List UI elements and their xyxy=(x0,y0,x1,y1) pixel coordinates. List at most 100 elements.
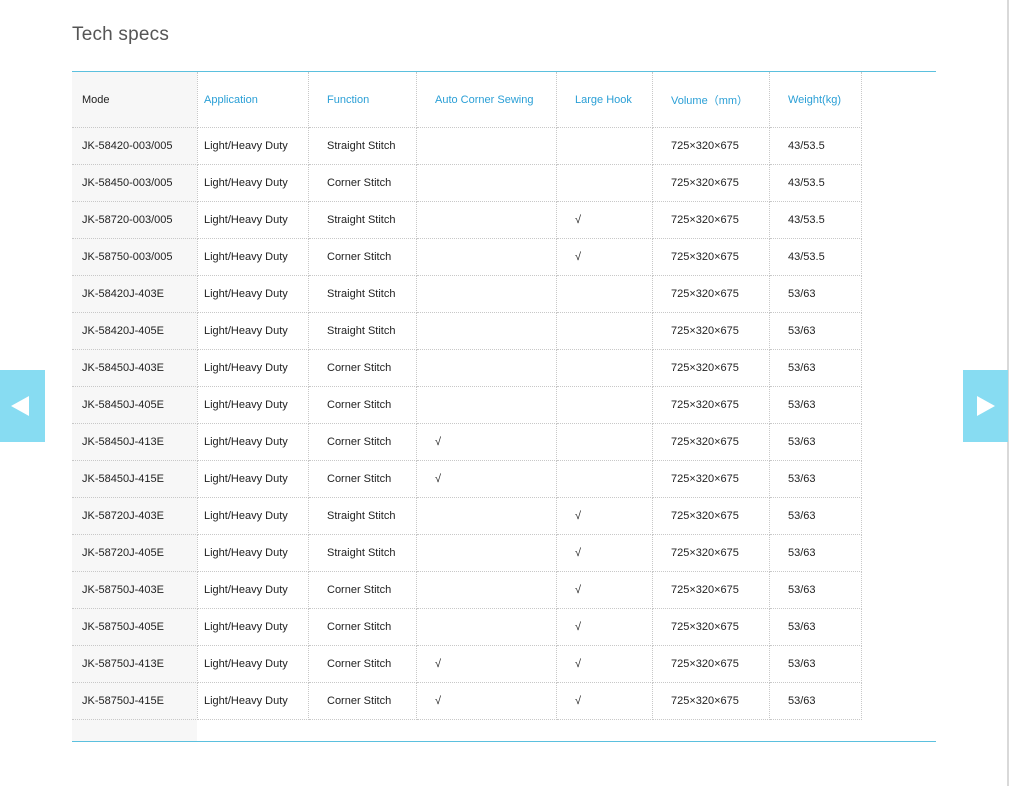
cell-auto-corner-sewing xyxy=(416,349,557,387)
cell-auto-corner-sewing: √ xyxy=(416,423,557,461)
cell-weight: 53/63 xyxy=(769,423,862,461)
cell-volume: 725×320×675 xyxy=(652,460,770,498)
cell-application: Light/Heavy Duty xyxy=(197,386,309,424)
previous-arrow-button[interactable] xyxy=(0,370,45,442)
cell-mode: JK-58420J-403E xyxy=(72,275,198,313)
cell-large-hook: √ xyxy=(556,682,653,720)
cell-large-hook: √ xyxy=(556,497,653,535)
cell-mode: JK-58450J-415E xyxy=(72,460,198,498)
tech-specs-table: Mode Application Function Auto Corner Se… xyxy=(72,72,862,720)
table-row: JK-58720-003/005 Light/Heavy Duty Straight… xyxy=(72,201,862,239)
table-row: JK-58720J-403E Light/Heavy Duty Straight S… xyxy=(72,497,862,535)
table-row: JK-58420J-405E Light/Heavy Duty Straight S… xyxy=(72,312,862,350)
cell-auto-corner-sewing: √ xyxy=(416,682,557,720)
cell-function: Corner Stitch xyxy=(308,682,417,720)
cell-auto-corner-sewing xyxy=(416,127,557,165)
cell-weight: 53/63 xyxy=(769,386,862,424)
cell-weight: 53/63 xyxy=(769,312,862,350)
table-row: JK-58750J-403E Light/Heavy Duty Corner Sti… xyxy=(72,571,862,609)
cell-large-hook: √ xyxy=(556,238,653,276)
cell-large-hook: √ xyxy=(556,645,653,683)
cell-volume: 725×320×675 xyxy=(652,682,770,720)
table-row: JK-58420J-403E Light/Heavy Duty Straight S… xyxy=(72,275,862,313)
cell-function: Corner Stitch xyxy=(308,571,417,609)
cell-mode: JK-58420J-405E xyxy=(72,312,198,350)
cell-application: Light/Heavy Duty xyxy=(197,349,309,387)
cell-application: Light/Heavy Duty xyxy=(197,645,309,683)
table-row: JK-58450-003/005 Light/Heavy Duty Corner S… xyxy=(72,164,862,202)
cell-large-hook xyxy=(556,460,653,498)
cell-volume: 725×320×675 xyxy=(652,423,770,461)
cell-function: Corner Stitch xyxy=(308,164,417,202)
header-function: Function xyxy=(308,72,417,128)
cell-volume: 725×320×675 xyxy=(652,571,770,609)
cell-function: Straight Stitch xyxy=(308,201,417,239)
cell-function: Straight Stitch xyxy=(308,534,417,572)
cell-large-hook xyxy=(556,164,653,202)
cell-mode: JK-58450J-413E xyxy=(72,423,198,461)
cell-function: Corner Stitch xyxy=(308,423,417,461)
cell-application: Light/Heavy Duty xyxy=(197,275,309,313)
bottom-divider xyxy=(72,741,936,742)
cell-auto-corner-sewing xyxy=(416,164,557,202)
cell-volume: 725×320×675 xyxy=(652,497,770,535)
cell-mode: JK-58750J-415E xyxy=(72,682,198,720)
cell-large-hook xyxy=(556,127,653,165)
cell-application: Light/Heavy Duty xyxy=(197,608,309,646)
cell-application: Light/Heavy Duty xyxy=(197,312,309,350)
table-row: JK-58750-003/005 Light/Heavy Duty Corner S… xyxy=(72,238,862,276)
cell-function: Straight Stitch xyxy=(308,312,417,350)
cell-volume: 725×320×675 xyxy=(652,238,770,276)
cell-function: Corner Stitch xyxy=(308,645,417,683)
cell-function: Corner Stitch xyxy=(308,608,417,646)
cell-auto-corner-sewing xyxy=(416,608,557,646)
header-auto-corner-sewing: Auto Corner Sewing xyxy=(416,72,557,128)
cell-volume: 725×320×675 xyxy=(652,127,770,165)
table-row: JK-58750J-415E Light/Heavy Duty Corner Sti… xyxy=(72,682,862,720)
cell-application: Light/Heavy Duty xyxy=(197,534,309,572)
table-row: JK-58720J-405E Light/Heavy Duty Straight S… xyxy=(72,534,862,572)
cell-volume: 725×320×675 xyxy=(652,534,770,572)
cell-volume: 725×320×675 xyxy=(652,608,770,646)
cell-mode: JK-58750-003/005 xyxy=(72,238,198,276)
table-row: JK-58420-003/005 Light/Heavy Duty Straight… xyxy=(72,127,862,165)
cell-large-hook: √ xyxy=(556,534,653,572)
cell-auto-corner-sewing xyxy=(416,312,557,350)
table-row: JK-58450J-415E Light/Heavy Duty Corner Sti… xyxy=(72,460,862,498)
cell-application: Light/Heavy Duty xyxy=(197,164,309,202)
cell-mode: JK-58750J-403E xyxy=(72,571,198,609)
cell-weight: 53/63 xyxy=(769,571,862,609)
cell-large-hook xyxy=(556,386,653,424)
cell-large-hook: √ xyxy=(556,201,653,239)
cell-auto-corner-sewing: √ xyxy=(416,645,557,683)
cell-volume: 725×320×675 xyxy=(652,275,770,313)
header-mode: Mode xyxy=(72,72,198,128)
cell-auto-corner-sewing xyxy=(416,386,557,424)
next-arrow-button[interactable] xyxy=(963,370,1008,442)
cell-function: Corner Stitch xyxy=(308,238,417,276)
cell-large-hook xyxy=(556,423,653,461)
cell-weight: 43/53.5 xyxy=(769,201,862,239)
cell-function: Corner Stitch xyxy=(308,386,417,424)
cell-mode: JK-58750J-413E xyxy=(72,645,198,683)
cell-function: Corner Stitch xyxy=(308,349,417,387)
cell-large-hook xyxy=(556,275,653,313)
cell-application: Light/Heavy Duty xyxy=(197,682,309,720)
cell-large-hook: √ xyxy=(556,608,653,646)
cell-volume: 725×320×675 xyxy=(652,386,770,424)
cell-mode: JK-58720J-403E xyxy=(72,497,198,535)
cell-application: Light/Heavy Duty xyxy=(197,238,309,276)
cell-application: Light/Heavy Duty xyxy=(197,571,309,609)
table-row: JK-58750J-405E Light/Heavy Duty Corner Sti… xyxy=(72,608,862,646)
cell-large-hook xyxy=(556,312,653,350)
cell-function: Straight Stitch xyxy=(308,127,417,165)
cell-weight: 53/63 xyxy=(769,682,862,720)
cell-auto-corner-sewing xyxy=(416,571,557,609)
cell-weight: 53/63 xyxy=(769,275,862,313)
cell-weight: 53/63 xyxy=(769,497,862,535)
cell-auto-corner-sewing xyxy=(416,534,557,572)
cell-function: Straight Stitch xyxy=(308,497,417,535)
cell-weight: 53/63 xyxy=(769,460,862,498)
cell-weight: 43/53.5 xyxy=(769,164,862,202)
triangle-right-icon xyxy=(977,396,995,416)
